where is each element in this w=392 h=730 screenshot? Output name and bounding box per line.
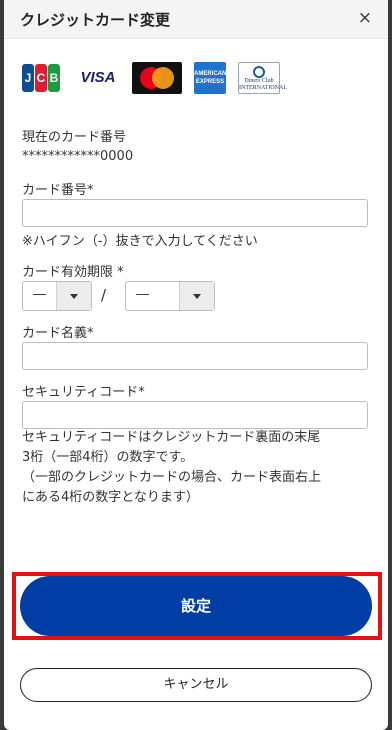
submit-button[interactable]: 設定 [20, 576, 372, 636]
visa-logo: VISA [80, 69, 116, 86]
mastercard-logo [132, 62, 182, 94]
amex-logo: AMERICAN EXPRESS [194, 62, 226, 94]
modal-header: クレジットカード変更 × [4, 0, 388, 39]
expiry-month-select[interactable]: ― [22, 281, 92, 311]
expiry-label: カード有効期限 * [22, 265, 124, 280]
card-name-label: カード名義* [22, 326, 94, 341]
expiry-month-value: ― [33, 287, 46, 302]
expiry-year-select[interactable]: ― [125, 281, 215, 311]
chevron-down-icon[interactable] [179, 282, 214, 310]
expiry-year-value: ― [136, 287, 149, 302]
security-code-label: セキュリティコード* [22, 385, 145, 400]
diners-club-logo: Diners Club INTERNATIONAL [238, 62, 287, 94]
jcb-logo: J C B [22, 64, 60, 92]
jcb-letter: J [22, 64, 34, 92]
modal-title: クレジットカード変更 [20, 11, 171, 29]
diners-text: Diners Club [244, 78, 274, 84]
current-card-label: 現在のカード番号 [22, 130, 127, 145]
jcb-letter: C [35, 64, 47, 92]
credit-card-change-modal: クレジットカード変更 × J C B VISA AMERICAN EXPRESS… [4, 0, 388, 730]
description-line: 3桁（一部4桁）の数字です。 [22, 450, 194, 465]
description-line: （一部のクレジットカードの場合、カード表面右上 [22, 470, 322, 485]
security-code-description: セキュリティコードはクレジットカード裏面の末尾 3桁（一部4桁）の数字です。 （… [22, 428, 374, 508]
jcb-letter: B [48, 64, 60, 92]
expiry-separator: / [101, 286, 107, 304]
current-card-number: ************0000 [22, 149, 134, 164]
diners-text: INTERNATIONAL [239, 85, 287, 91]
close-icon[interactable]: × [358, 8, 372, 28]
description-line: にある4桁の数字となります） [22, 490, 199, 505]
amex-text: EXPRESS [195, 79, 225, 85]
card-number-label: カード番号* [22, 183, 94, 198]
card-number-input[interactable] [22, 199, 368, 227]
card-name-input[interactable] [22, 342, 368, 370]
description-line: セキュリティコードはクレジットカード裏面の末尾 [22, 430, 321, 445]
card-number-note: ※ハイフン（-）抜きで入力してください [22, 234, 258, 249]
cancel-button[interactable]: キャンセル [20, 668, 372, 702]
amex-text: AMERICAN [194, 71, 227, 77]
chevron-down-icon[interactable] [56, 282, 91, 310]
security-code-input[interactable] [22, 401, 368, 429]
